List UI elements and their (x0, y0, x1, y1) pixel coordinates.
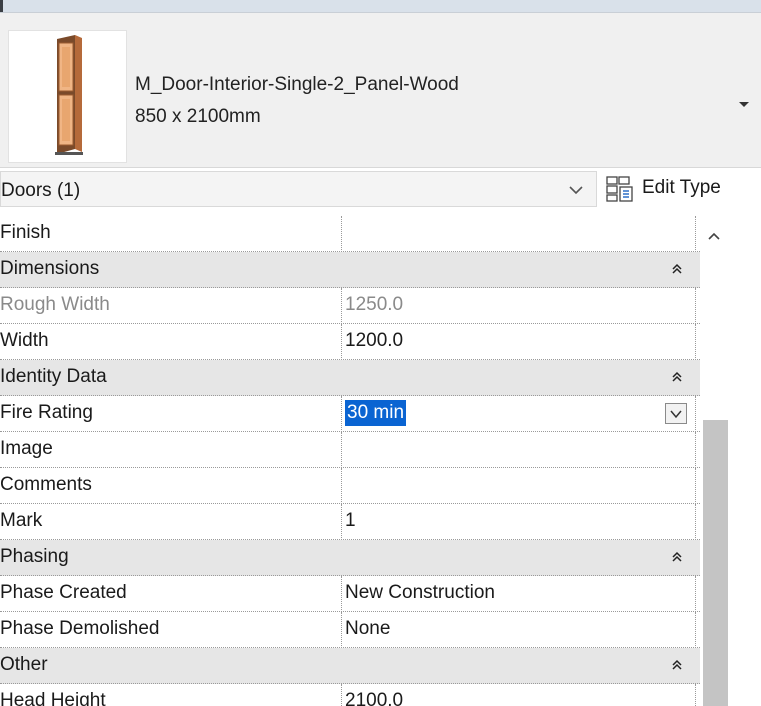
fire-rating-value-field[interactable]: 30 min (345, 400, 407, 426)
param-row-fire-rating[interactable]: Fire Rating 30 min (0, 396, 700, 432)
param-row-head-height[interactable]: Head Height 2100.0 (0, 684, 700, 706)
chevron-up-icon[interactable] (704, 226, 724, 246)
group-name: Dimensions (0, 258, 100, 279)
group-name: Phasing (0, 546, 69, 567)
instance-filter-row: Doors (1) Edit Type (0, 168, 761, 211)
palette-title-strip (0, 0, 761, 13)
param-value[interactable]: 2100.0 (345, 690, 403, 706)
property-grid: Finish Dimensions Rough Width 1250.0 Wid… (0, 216, 700, 706)
param-name: Head Height (0, 690, 106, 706)
category-filter-dropdown[interactable]: Doors (1) (0, 171, 597, 207)
group-name: Other (0, 654, 48, 675)
edit-type-icon (606, 176, 633, 202)
param-value[interactable]: 1 (345, 510, 356, 532)
param-row-rough-width[interactable]: Rough Width 1250.0 (0, 288, 700, 324)
type-selector[interactable]: M_Door-Interior-Single-2_Panel-Wood 850 … (0, 13, 761, 168)
type-preview-thumbnail (8, 30, 127, 163)
param-value: 1250.0 (345, 294, 404, 315)
double-chevron-up-icon[interactable] (668, 260, 686, 278)
group-header-dimensions[interactable]: Dimensions (0, 252, 700, 288)
properties-palette: M_Door-Interior-Single-2_Panel-Wood 850 … (0, 0, 761, 706)
param-value[interactable]: 1200.0 (345, 330, 403, 352)
param-value[interactable]: New Construction (345, 582, 495, 604)
chevron-down-icon (567, 182, 585, 198)
title-strip-marker (0, 0, 3, 12)
edit-type-label: Edit Type (642, 177, 721, 198)
param-row-comments[interactable]: Comments (0, 468, 700, 504)
param-row-phase-demolished[interactable]: Phase Demolished None (0, 612, 700, 648)
param-row-width[interactable]: Width 1200.0 (0, 324, 700, 360)
group-header-identity-data[interactable]: Identity Data (0, 360, 700, 396)
triangle-down-icon[interactable] (733, 93, 755, 115)
vertical-scrollbar[interactable] (700, 216, 728, 706)
double-chevron-up-icon[interactable] (668, 656, 686, 674)
palette-right-margin (728, 216, 761, 706)
param-name: Width (0, 330, 49, 351)
param-row-finish[interactable]: Finish (0, 216, 700, 252)
edit-type-button[interactable]: Edit Type (604, 172, 758, 206)
param-name: Rough Width (0, 294, 110, 315)
param-name: Finish (0, 222, 51, 243)
param-row-phase-created[interactable]: Phase Created New Construction (0, 576, 700, 612)
category-filter-label: Doors (1) (1, 180, 81, 201)
param-value[interactable]: None (345, 618, 390, 640)
group-header-other[interactable]: Other (0, 648, 700, 684)
door-preview-icon (55, 35, 83, 155)
param-row-mark[interactable]: Mark 1 (0, 504, 700, 540)
param-name: Image (0, 438, 53, 459)
param-name: Phase Created (0, 582, 127, 603)
param-name: Comments (0, 474, 92, 495)
type-size-label: 850 x 2100mm (135, 106, 261, 127)
chevron-down-icon (670, 410, 682, 419)
param-name: Mark (0, 510, 43, 531)
param-row-image[interactable]: Image (0, 432, 700, 468)
scrollbar-thumb[interactable] (703, 420, 728, 706)
double-chevron-up-icon[interactable] (668, 368, 686, 386)
type-family-name: M_Door-Interior-Single-2_Panel-Wood (135, 74, 459, 95)
group-header-phasing[interactable]: Phasing (0, 540, 700, 576)
param-name: Phase Demolished (0, 618, 160, 639)
param-name: Fire Rating (0, 402, 93, 423)
fire-rating-dropdown-button[interactable] (665, 403, 687, 424)
group-name: Identity Data (0, 366, 107, 387)
double-chevron-up-icon[interactable] (668, 548, 686, 566)
